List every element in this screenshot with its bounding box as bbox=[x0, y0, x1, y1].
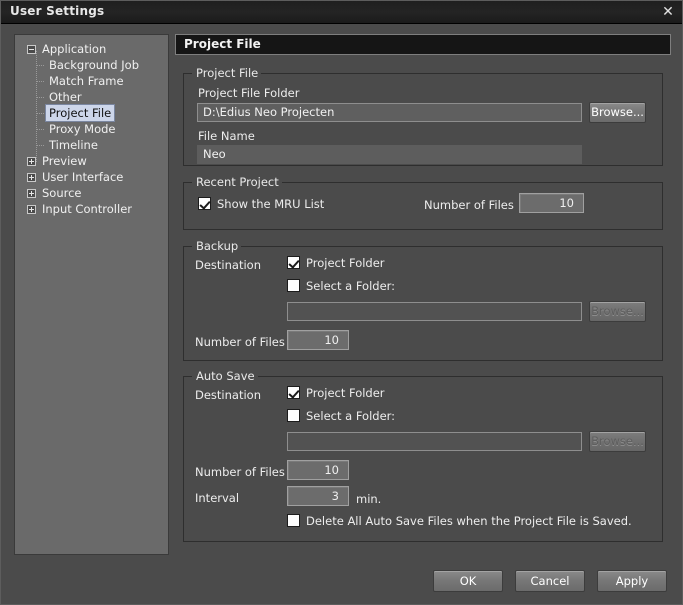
apply-button[interactable]: Apply bbox=[597, 570, 667, 592]
backup-browse-button: Browse... bbox=[589, 301, 646, 322]
file-name-label: File Name bbox=[198, 129, 255, 143]
recent-number-of-files-label: Number of Files bbox=[424, 198, 514, 212]
tree-item-preview[interactable]: Preview bbox=[15, 153, 168, 169]
tree-guide-tick bbox=[37, 129, 45, 130]
tree-item-label: Match Frame bbox=[49, 74, 124, 88]
dialog-body: Application Background Job Match Frame Othe… bbox=[1, 24, 682, 604]
project-file-group-title: Project File bbox=[193, 66, 262, 80]
recent-project-group: Recent Project Show the MRU List Number … bbox=[183, 175, 663, 230]
tree-item-user-interface[interactable]: User Interface bbox=[15, 169, 168, 185]
tree-item-label: Background Job bbox=[49, 58, 139, 72]
tree-item-input-controller[interactable]: Input Controller bbox=[15, 201, 168, 217]
auto-save-group-title: Auto Save bbox=[193, 369, 258, 383]
backup-folder-input[interactable] bbox=[287, 302, 582, 321]
project-file-group: Project File Project File Folder D:\Ediu… bbox=[183, 66, 663, 166]
auto-save-interval-input[interactable]: 3 bbox=[287, 486, 349, 506]
tree-item-label: Project File bbox=[44, 104, 116, 122]
window-title: User Settings bbox=[10, 4, 105, 18]
tree-item-source[interactable]: Source bbox=[15, 185, 168, 201]
cancel-button[interactable]: Cancel bbox=[515, 570, 585, 592]
auto-save-folder-input[interactable] bbox=[287, 432, 582, 451]
tree-item-label: User Interface bbox=[42, 170, 124, 184]
user-settings-dialog: User Settings ✕ Application Background Jo… bbox=[0, 0, 683, 605]
auto-save-browse-button: Browse... bbox=[589, 431, 646, 452]
backup-select-folder-label[interactable]: Select a Folder: bbox=[306, 279, 395, 293]
project-file-folder-browse-button[interactable]: Browse... bbox=[589, 102, 646, 123]
backup-number-of-files-label: Number of Files bbox=[195, 335, 285, 349]
tree-guide-tick bbox=[37, 81, 45, 82]
close-icon[interactable]: ✕ bbox=[658, 3, 678, 21]
settings-tree[interactable]: Application Background Job Match Frame Othe… bbox=[14, 34, 169, 555]
backup-group: Backup Destination Project Folder Select… bbox=[183, 239, 663, 361]
tree-item-project-file[interactable]: Project File bbox=[15, 104, 168, 122]
tree-item-timeline[interactable]: Timeline bbox=[15, 137, 168, 153]
ok-button[interactable]: OK bbox=[433, 570, 503, 592]
expand-icon[interactable] bbox=[27, 189, 36, 198]
backup-select-folder-checkbox[interactable] bbox=[287, 279, 300, 292]
auto-save-project-folder-label[interactable]: Project Folder bbox=[306, 386, 385, 400]
tree-guide-tick bbox=[37, 113, 45, 114]
recent-number-of-files-input[interactable]: 10 bbox=[519, 193, 584, 213]
show-mru-list-checkbox[interactable] bbox=[198, 197, 211, 210]
tree-item-label: Timeline bbox=[49, 138, 98, 152]
expand-icon[interactable] bbox=[27, 157, 36, 166]
backup-number-of-files-input[interactable]: 10 bbox=[287, 330, 349, 350]
auto-save-number-of-files-input[interactable]: 10 bbox=[287, 460, 349, 480]
expand-icon[interactable] bbox=[27, 205, 36, 214]
auto-save-number-of-files-label: Number of Files bbox=[195, 465, 285, 479]
tree-item-label: Application bbox=[42, 42, 107, 56]
project-file-folder-label: Project File Folder bbox=[198, 86, 300, 100]
auto-save-interval-unit: min. bbox=[356, 492, 382, 506]
tree-item-application[interactable]: Application bbox=[15, 41, 168, 57]
settings-pane: Project File Project File Project File F… bbox=[175, 34, 671, 555]
backup-destination-label: Destination bbox=[195, 258, 261, 272]
file-name-input[interactable]: Neo bbox=[197, 145, 582, 164]
auto-save-group: Auto Save Destination Project Folder Sel… bbox=[183, 369, 663, 542]
backup-group-title: Backup bbox=[193, 239, 242, 253]
auto-save-interval-label: Interval bbox=[195, 491, 240, 505]
expand-icon[interactable] bbox=[27, 173, 36, 182]
auto-save-destination-label: Destination bbox=[195, 388, 261, 402]
project-file-folder-input[interactable]: D:\Edius Neo Projecten bbox=[197, 103, 582, 122]
delete-auto-save-files-checkbox[interactable] bbox=[287, 514, 300, 527]
backup-project-folder-label[interactable]: Project Folder bbox=[306, 256, 385, 270]
collapse-icon[interactable] bbox=[27, 45, 36, 54]
tree-item-proxy-mode[interactable]: Proxy Mode bbox=[15, 121, 168, 137]
auto-save-select-folder-checkbox[interactable] bbox=[287, 409, 300, 422]
tree-item-label: Preview bbox=[42, 154, 87, 168]
auto-save-project-folder-checkbox[interactable] bbox=[287, 386, 300, 399]
delete-auto-save-files-label[interactable]: Delete All Auto Save Files when the Proj… bbox=[306, 514, 632, 528]
show-mru-list-label[interactable]: Show the MRU List bbox=[217, 197, 324, 211]
tree-item-label: Proxy Mode bbox=[49, 122, 116, 136]
recent-project-group-title: Recent Project bbox=[193, 175, 282, 189]
tree-item-label: Other bbox=[49, 90, 82, 104]
tree-guide-tick bbox=[37, 145, 45, 146]
tree-item-background-job[interactable]: Background Job bbox=[15, 57, 168, 73]
tree-guide-tick bbox=[37, 97, 45, 98]
tree-guide-tick bbox=[37, 65, 45, 66]
tree-item-label: Source bbox=[42, 186, 82, 200]
tree-item-label: Input Controller bbox=[42, 202, 133, 216]
pane-title: Project File bbox=[175, 34, 671, 55]
backup-project-folder-checkbox[interactable] bbox=[287, 256, 300, 269]
tree-item-match-frame[interactable]: Match Frame bbox=[15, 73, 168, 89]
tree-item-other[interactable]: Other bbox=[15, 89, 168, 105]
title-bar: User Settings ✕ bbox=[1, 1, 682, 24]
auto-save-select-folder-label[interactable]: Select a Folder: bbox=[306, 409, 395, 423]
